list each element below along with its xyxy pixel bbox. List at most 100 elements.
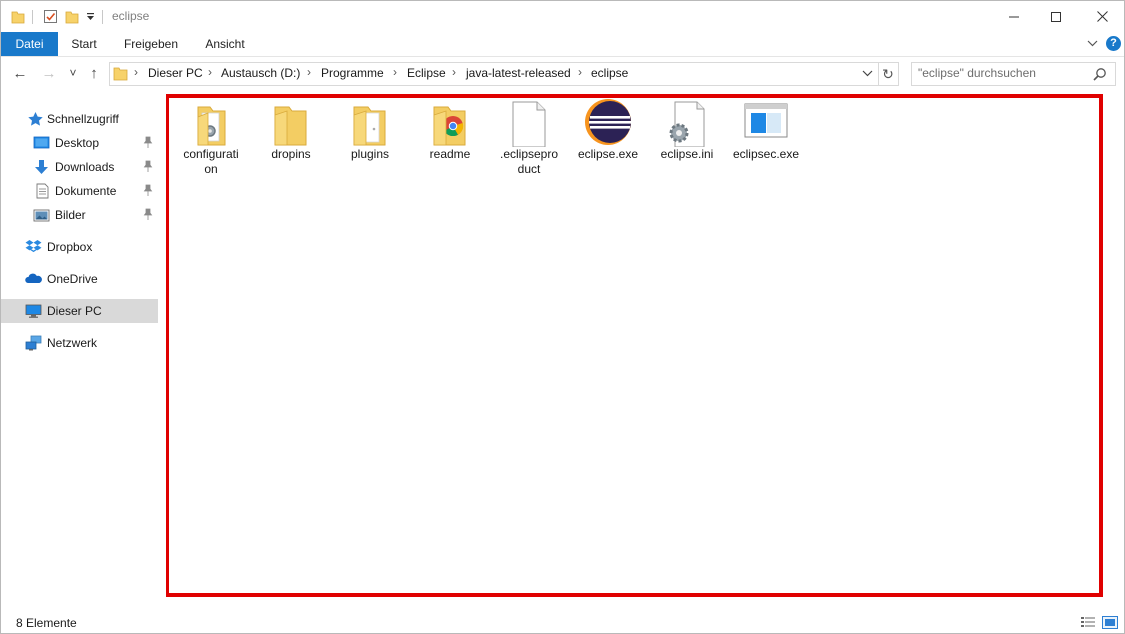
maximize-icon (1051, 11, 1061, 22)
up-arrow-icon: ↑ (90, 64, 98, 82)
title-bar: eclipse (1, 1, 1124, 32)
navigation-bar: ← → ˅ ↑ › Dieser PC › Austausch (D:) › P… (1, 57, 1124, 89)
forward-button[interactable]: → (39, 63, 59, 83)
network-icon (25, 335, 42, 351)
file-name-label: eclipse.exe (577, 147, 639, 161)
sidebar-item-dropbox[interactable]: Dropbox (1, 235, 158, 259)
breadcrumb-programme[interactable]: Programme (321, 66, 384, 80)
minimize-button[interactable] (991, 1, 1037, 32)
separator (102, 10, 103, 24)
sidebar-item-label: Downloads (55, 160, 115, 174)
sidebar-item-bilder[interactable]: Bilder (1, 203, 158, 227)
breadcrumb-eclipse-current[interactable]: eclipse (591, 66, 628, 80)
sidebar-item-onedrive[interactable]: OneDrive (1, 267, 158, 291)
search-input[interactable] (918, 66, 1088, 80)
sidebar-item-desktop[interactable]: Desktop (1, 131, 158, 155)
eclipse-icon (585, 99, 631, 145)
sidebar-item-label: OneDrive (47, 272, 98, 286)
pin-icon[interactable] (143, 208, 153, 220)
folder-icon (113, 67, 128, 81)
folder-icon (353, 106, 386, 146)
tab-start[interactable]: Start (63, 32, 105, 56)
close-button[interactable] (1079, 1, 1125, 32)
search-icon[interactable] (1093, 67, 1107, 81)
expand-ribbon-icon[interactable] (1087, 40, 1098, 47)
file-name-label: plugins (350, 147, 390, 161)
file-name-label: eclipse.ini (660, 147, 714, 161)
chevron-down-icon: ˅ (69, 66, 77, 80)
breadcrumb-separator[interactable]: › (578, 65, 582, 79)
close-icon (1096, 11, 1108, 22)
file-name-label: .eclipsepro duct (499, 147, 559, 176)
file-list-view[interactable]: configurati on dropins plugins readme .e… (166, 93, 1106, 599)
pictures-icon (33, 209, 50, 222)
breadcrumb-java-latest-released[interactable]: java-latest-released (466, 66, 571, 80)
star-icon (28, 112, 43, 126)
back-arrow-icon: ← (12, 64, 28, 82)
folder-icon (274, 106, 307, 146)
sidebar-item-dieser-pc[interactable]: Dieser PC (1, 299, 158, 323)
ini-settings-file-icon (669, 101, 705, 147)
breadcrumb-separator[interactable]: › (208, 65, 212, 79)
pin-icon[interactable] (143, 160, 153, 172)
sidebar-item-schnellzugriff[interactable]: Schnellzugriff (1, 107, 158, 131)
breadcrumb-separator[interactable]: › (452, 65, 456, 79)
address-dropdown-icon[interactable] (862, 70, 873, 77)
file-name-label: configurati on (183, 147, 239, 176)
customize-dropdown-icon[interactable] (86, 13, 95, 21)
sidebar-item-dokumente[interactable]: Dokumente (1, 179, 158, 203)
status-bar: 8 Elemente (1, 613, 1124, 633)
onedrive-cloud-icon (25, 273, 42, 283)
folder-icon[interactable] (11, 9, 25, 24)
explorer-window: eclipse Datei Start Freigeben Ansicht ? … (0, 0, 1125, 634)
computer-icon (25, 304, 42, 318)
up-button[interactable]: ↑ (84, 63, 104, 83)
new-folder-icon[interactable] (65, 9, 79, 24)
tab-ansicht[interactable]: Ansicht (197, 32, 253, 56)
file-name-label: readme (429, 147, 471, 161)
forward-arrow-icon: → (41, 64, 57, 82)
window-title: eclipse (112, 9, 150, 23)
maximize-button[interactable] (1033, 1, 1079, 32)
file-name-label: dropins (271, 147, 311, 161)
dropbox-icon (25, 240, 42, 253)
search-box[interactable] (911, 62, 1116, 86)
minimize-icon (1009, 16, 1019, 17)
folder-chrome-icon (433, 106, 466, 146)
navigation-pane: Schnellzugriff Desktop Downloads Dokumen… (1, 93, 159, 613)
breadcrumb-separator[interactable]: › (307, 65, 311, 79)
recent-locations-button[interactable]: ˅ (63, 63, 83, 83)
sidebar-item-netzwerk[interactable]: Netzwerk (1, 331, 158, 355)
properties-check-icon[interactable] (43, 9, 58, 24)
refresh-icon: ↻ (882, 65, 894, 82)
breadcrumb-separator[interactable]: › (393, 65, 397, 79)
tab-datei[interactable]: Datei (1, 32, 58, 56)
help-button[interactable]: ? (1106, 36, 1121, 51)
pin-icon[interactable] (143, 136, 153, 148)
refresh-button[interactable]: ↻ (878, 62, 899, 86)
breadcrumb-eclipse[interactable]: Eclipse (407, 66, 446, 80)
breadcrumb-dieser-pc[interactable]: Dieser PC (148, 66, 203, 80)
sidebar-item-label: Dropbox (47, 240, 93, 254)
item-count: 8 Elemente (16, 616, 77, 630)
sidebar-item-label: Desktop (55, 136, 100, 150)
back-button[interactable]: ← (10, 63, 30, 83)
folder-settings-icon (197, 106, 226, 146)
sidebar-item-label: Bilder (55, 208, 86, 222)
tab-freigeben[interactable]: Freigeben (115, 32, 187, 56)
file-name-label: eclipsec.exe (732, 147, 800, 161)
address-bar[interactable]: › Dieser PC › Austausch (D:) › Programme… (109, 62, 879, 86)
ribbon-tabs: Datei Start Freigeben Ansicht ? (1, 32, 1124, 57)
details-view-icon[interactable] (1080, 616, 1096, 629)
blank-file-icon (512, 101, 546, 147)
sidebar-item-label: Dieser PC (47, 304, 102, 318)
pin-icon[interactable] (143, 184, 153, 196)
sidebar-item-label: Netzwerk (47, 336, 98, 350)
sidebar-item-label: Dokumente (55, 184, 117, 198)
sidebar-item-downloads[interactable]: Downloads (1, 155, 158, 179)
breadcrumb-austausch[interactable]: Austausch (D:) (221, 66, 300, 80)
large-icons-view-icon[interactable] (1102, 616, 1118, 629)
download-arrow-icon (35, 160, 48, 174)
breadcrumb-separator[interactable]: › (134, 65, 138, 79)
sidebar-item-label: Schnellzugriff (47, 112, 119, 126)
